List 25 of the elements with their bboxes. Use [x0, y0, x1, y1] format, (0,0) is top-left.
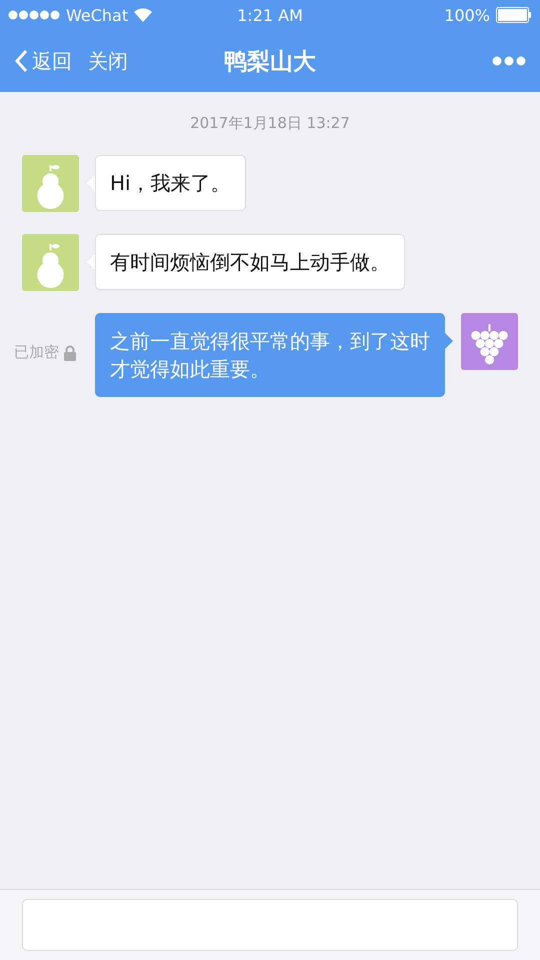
- bubble-tail: [445, 333, 453, 349]
- encrypted-label: 已加密: [14, 343, 59, 362]
- message-bubble: 有时间烦恼倒不如马上动手做。: [95, 234, 405, 290]
- wifi-icon: [134, 8, 152, 22]
- back-button[interactable]: 返回: [14, 48, 72, 74]
- battery-percentage: 100%: [444, 6, 490, 24]
- clock-time: 1:21 AM: [237, 6, 303, 24]
- bubble-tail: [87, 175, 95, 191]
- bubble-tail: [87, 254, 95, 270]
- more-icon: [492, 56, 526, 66]
- close-button[interactable]: 关闭: [88, 48, 128, 74]
- lock-icon: [63, 344, 77, 360]
- message-timestamp: 2017年1月18日 13:27: [190, 114, 350, 133]
- message-bubble: Hi，我来了。: [95, 155, 246, 211]
- chevron-left-icon: [14, 49, 28, 73]
- signal-icon: [8, 10, 60, 20]
- more-button[interactable]: [492, 56, 526, 66]
- carrier-name: WeChat: [66, 6, 128, 24]
- battery-icon: [496, 7, 532, 23]
- avatar-grapes-icon[interactable]: [461, 313, 518, 370]
- avatar-pear-icon[interactable]: [22, 155, 79, 212]
- avatar-pear-icon[interactable]: [22, 234, 79, 291]
- message-bubble: 之前一直觉得很平常的事，到了这时才觉得如此重要。: [95, 313, 445, 397]
- message-input-field[interactable]: [22, 899, 518, 951]
- chat-title: 鸭梨山大: [224, 48, 316, 74]
